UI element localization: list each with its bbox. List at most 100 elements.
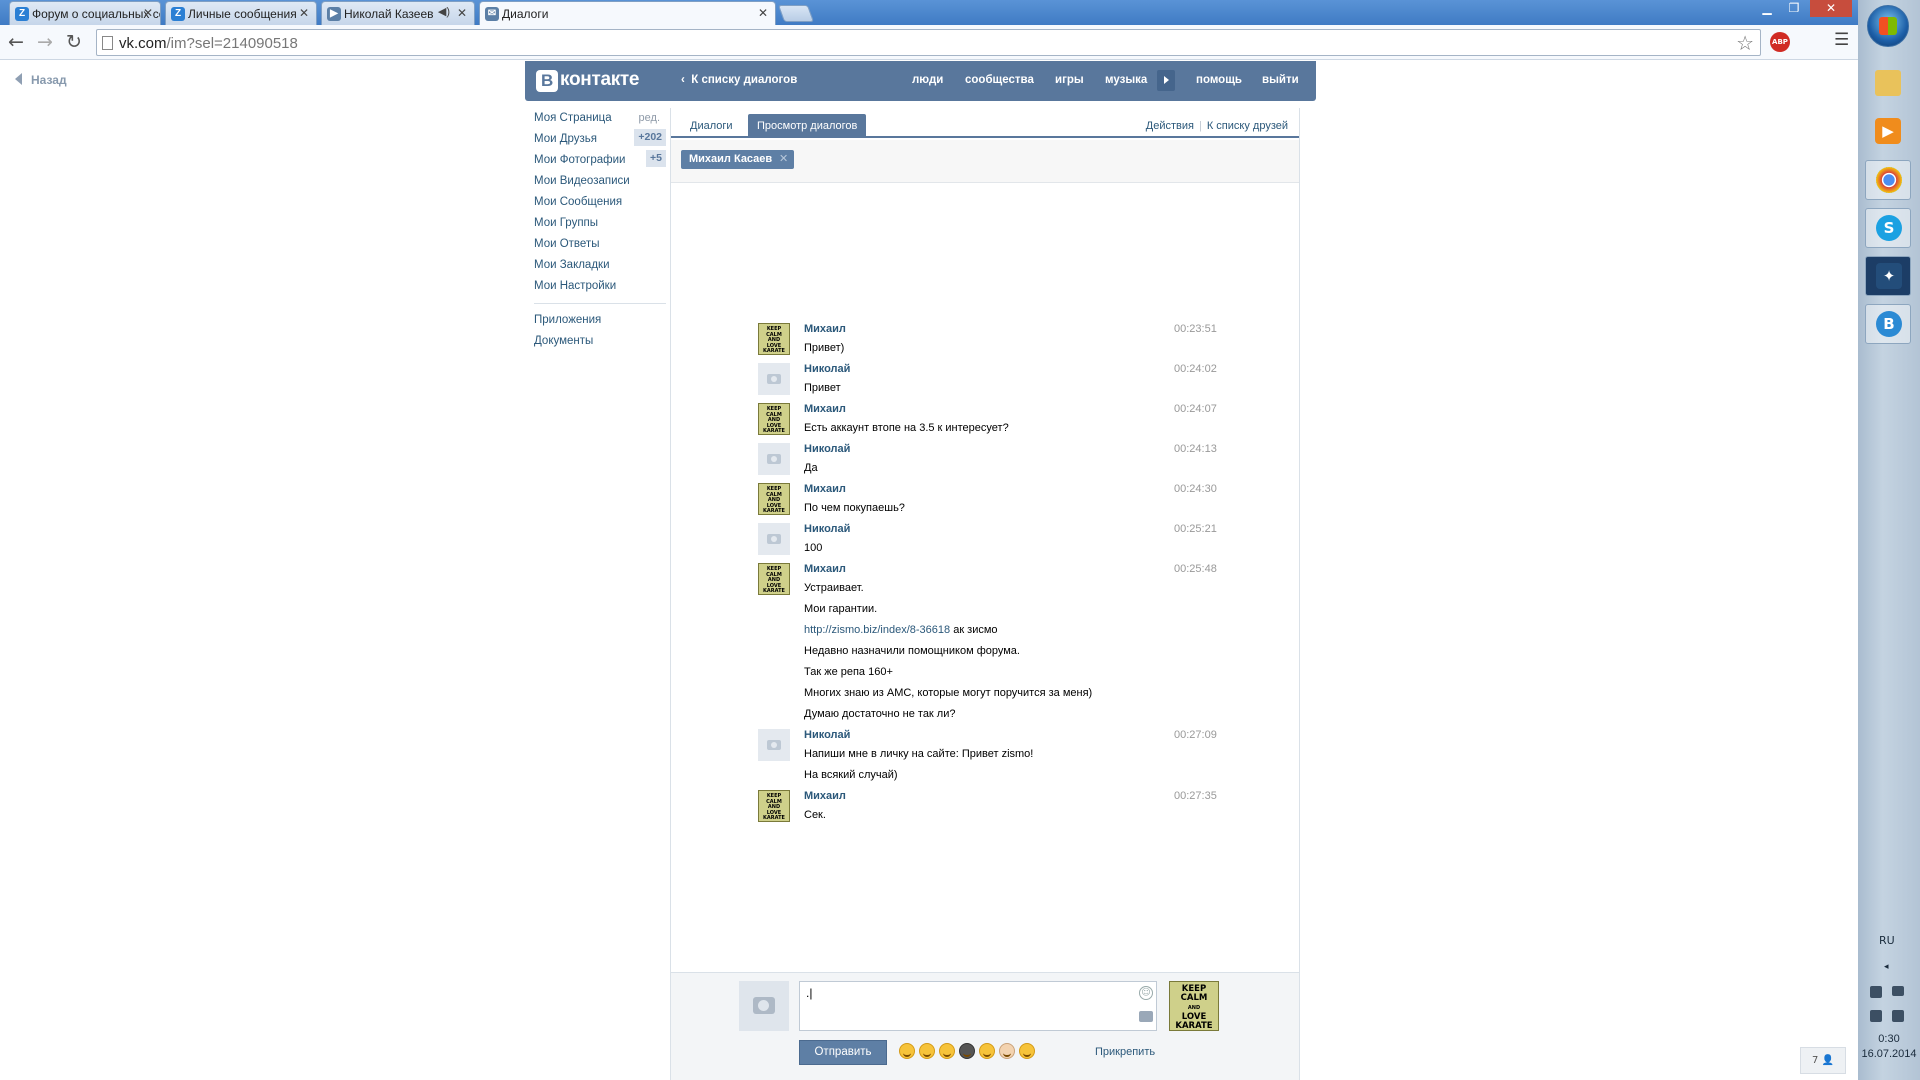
camera-avatar-icon[interactable]: [758, 443, 790, 475]
nav-logout[interactable]: выйти: [1262, 74, 1299, 86]
chrome-icon[interactable]: [1865, 160, 1911, 200]
menu-item-messages[interactable]: Мои Сообщения: [534, 194, 666, 215]
user-avatar[interactable]: KEEP CALM AND LOVE KARATE: [758, 483, 790, 515]
sunglasses-smile-icon[interactable]: [959, 1043, 975, 1059]
message-author[interactable]: Михаил: [804, 790, 846, 802]
ok-hand-icon[interactable]: [999, 1043, 1015, 1059]
peer-avatar[interactable]: KEEP CALM AND LOVE KARATE: [1169, 981, 1219, 1031]
send-button[interactable]: Отправить: [799, 1040, 887, 1065]
tray-expand-icon[interactable]: ◂: [1884, 962, 1889, 972]
tab-view-dialogs[interactable]: Просмотр диалогов: [748, 114, 867, 138]
message-time[interactable]: 00:25:21: [1174, 523, 1217, 535]
restore-icon[interactable]: ❐: [1781, 0, 1807, 17]
menu-item-documents[interactable]: Документы: [534, 333, 666, 354]
tab-close-icon[interactable]: ✕: [457, 6, 467, 20]
message-time[interactable]: 00:24:07: [1174, 403, 1217, 415]
new-tab-button[interactable]: [777, 5, 815, 22]
friends-list-link[interactable]: К списку друзей: [1207, 120, 1288, 132]
nav-communities[interactable]: сообщества: [965, 74, 1034, 86]
user-avatar[interactable]: KEEP CALM AND LOVE KARATE: [758, 563, 790, 595]
clock[interactable]: 0:30 16.07.2014: [1861, 1032, 1917, 1062]
signal-icon[interactable]: [1892, 986, 1904, 996]
attach-photo-icon[interactable]: [1139, 1011, 1153, 1022]
start-button-icon[interactable]: [1867, 5, 1909, 47]
message-input[interactable]: .|: [799, 981, 1157, 1031]
forward-arrow-icon[interactable]: →: [33, 30, 57, 54]
message-author[interactable]: Николай: [804, 363, 850, 375]
tab-dialogs[interactable]: Диалоги: [681, 114, 742, 138]
vk-logo[interactable]: Bконтакте: [536, 69, 640, 92]
browser-menu-icon[interactable]: ☰: [1834, 30, 1849, 50]
bookmark-star-icon[interactable]: ☆: [1736, 31, 1754, 55]
reload-icon[interactable]: ↻: [62, 30, 86, 54]
menu-item-bookmarks[interactable]: Мои Закладки: [534, 257, 666, 278]
emoji-icon[interactable]: ☺: [1139, 986, 1153, 1000]
tab-close-icon[interactable]: ✕: [299, 6, 309, 20]
edit-link[interactable]: ред.: [639, 111, 660, 125]
user-avatar[interactable]: KEEP CALM AND LOVE KARATE: [758, 403, 790, 435]
browser-tab[interactable]: Z Личные сообщения ✕: [165, 1, 317, 25]
nav-people[interactable]: люди: [912, 74, 943, 86]
guarantee-link[interactable]: http://zismo.biz/index/8-36618: [804, 624, 950, 636]
chat-badge[interactable]: 7 👤: [1800, 1047, 1846, 1074]
friends-count-badge[interactable]: +202: [634, 129, 666, 146]
adblock-icon[interactable]: ABP: [1770, 32, 1790, 52]
steam-icon[interactable]: [1892, 1010, 1904, 1022]
message-author[interactable]: Михаил: [804, 483, 846, 495]
message-time[interactable]: 00:24:02: [1174, 363, 1217, 375]
music-play-icon[interactable]: [1157, 70, 1175, 91]
user-avatar[interactable]: KEEP CALM AND LOVE KARATE: [758, 323, 790, 355]
message-author[interactable]: Николай: [804, 523, 850, 535]
message-time[interactable]: 00:24:13: [1174, 443, 1217, 455]
app-icon[interactable]: ✦: [1865, 256, 1911, 296]
url-text[interactable]: vk.com/im?sel=214090518: [119, 35, 298, 52]
menu-item-videos[interactable]: Мои Видеозаписи: [534, 173, 666, 194]
menu-item-friends[interactable]: Мои Друзья +202: [534, 129, 666, 152]
volume-icon[interactable]: [1870, 1010, 1882, 1022]
menu-item-groups[interactable]: Мои Группы: [534, 215, 666, 236]
menu-item-settings[interactable]: Мои Настройки: [534, 278, 666, 299]
tray-app-icon[interactable]: [1870, 986, 1882, 998]
back-link[interactable]: Назад: [15, 73, 67, 87]
smile-icon[interactable]: [899, 1043, 915, 1059]
message-author[interactable]: Михаил: [804, 563, 846, 575]
message-author[interactable]: Николай: [804, 729, 850, 741]
message-author[interactable]: Михаил: [804, 323, 846, 335]
menu-item-photos[interactable]: Мои Фотографии +5: [534, 150, 666, 173]
smile-icon[interactable]: [939, 1043, 955, 1059]
camera-avatar-icon[interactable]: [758, 729, 790, 761]
minimize-icon[interactable]: ▁: [1754, 0, 1780, 17]
browser-tab-active[interactable]: ✉ Диалоги ✕: [479, 1, 776, 26]
menu-item-answers[interactable]: Мои Ответы: [534, 236, 666, 257]
address-bar[interactable]: vk.com/im?sel=214090518 ☆: [96, 29, 1761, 56]
nav-games[interactable]: игры: [1055, 74, 1084, 86]
tab-close-icon[interactable]: ✕: [758, 6, 768, 20]
menu-item-my-page[interactable]: Моя Страница ред.: [534, 110, 666, 131]
vk-icon[interactable]: B: [1865, 304, 1911, 344]
peer-chip[interactable]: Михаил Касаев ✕: [681, 150, 795, 169]
message-time[interactable]: 00:23:51: [1174, 323, 1217, 335]
window-close-icon[interactable]: ✕: [1810, 0, 1852, 17]
my-avatar-camera-icon[interactable]: [739, 981, 789, 1031]
skype-icon[interactable]: S: [1865, 208, 1911, 248]
back-to-dialogs-link[interactable]: ‹ К списку диалогов: [681, 74, 797, 86]
keyboard-language[interactable]: RU: [1879, 934, 1895, 947]
user-avatar[interactable]: KEEP CALM AND LOVE KARATE: [758, 790, 790, 822]
message-time[interactable]: 00:27:09: [1174, 729, 1217, 741]
attach-link[interactable]: Прикрепить: [1095, 1046, 1155, 1058]
message-time[interactable]: 00:24:30: [1174, 483, 1217, 495]
nav-help[interactable]: помощь: [1196, 74, 1242, 86]
smile-icon[interactable]: [919, 1043, 935, 1059]
message-author[interactable]: Михаил: [804, 403, 846, 415]
tab-close-icon[interactable]: ✕: [143, 6, 153, 20]
actions-link[interactable]: Действия: [1146, 120, 1194, 132]
message-time[interactable]: 00:27:35: [1174, 790, 1217, 802]
photos-count-badge[interactable]: +5: [646, 150, 666, 167]
camera-avatar-icon[interactable]: [758, 363, 790, 395]
smile-icon[interactable]: [979, 1043, 995, 1059]
remove-peer-icon[interactable]: ✕: [779, 150, 788, 169]
menu-item-apps[interactable]: Приложения: [534, 312, 666, 333]
message-time[interactable]: 00:25:48: [1174, 563, 1217, 575]
nav-music[interactable]: музыка: [1105, 74, 1147, 86]
media-player-icon[interactable]: ▶: [1865, 112, 1911, 152]
